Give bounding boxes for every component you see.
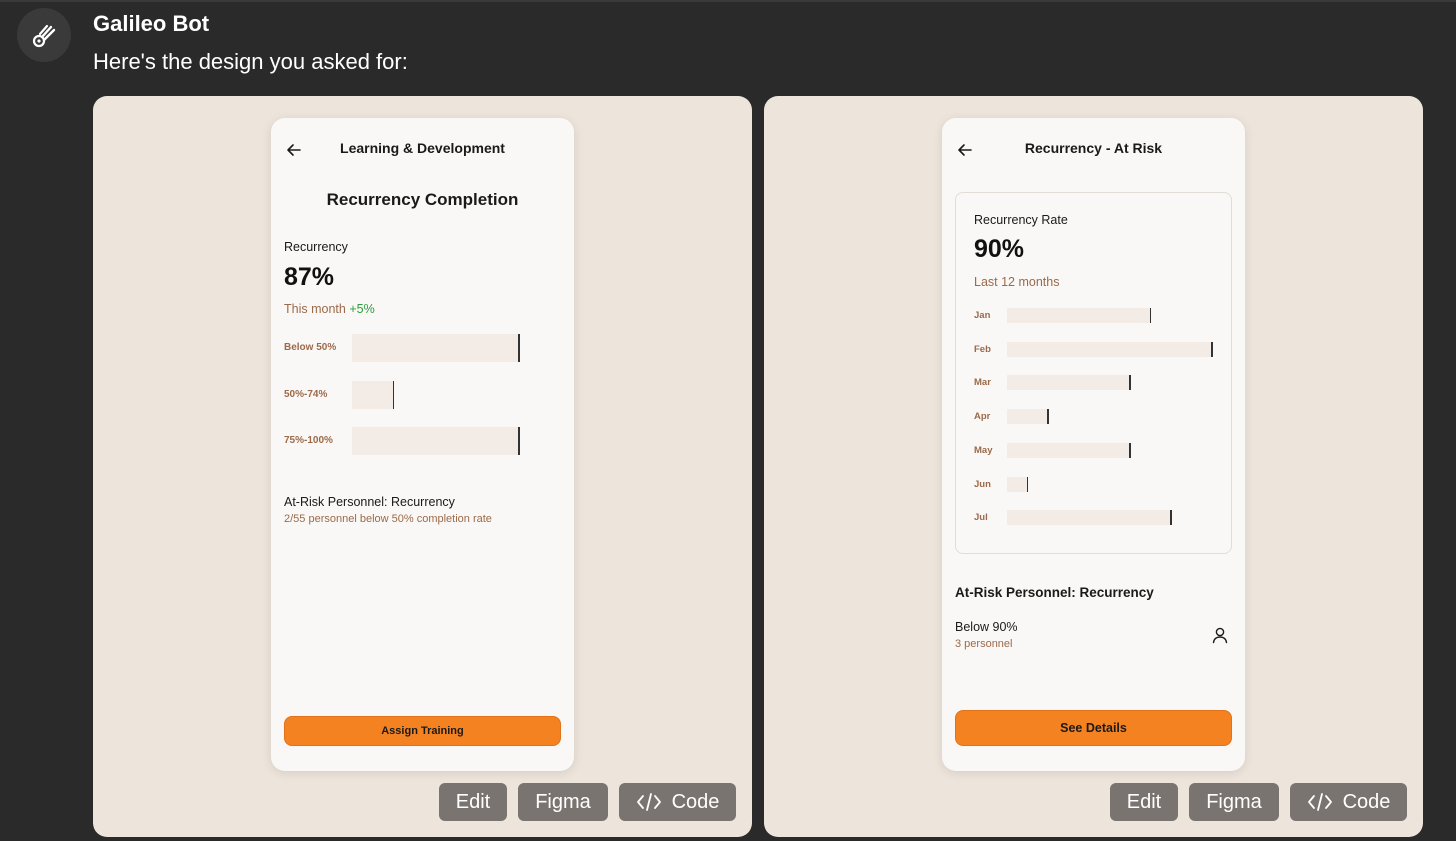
panel-1-actions: Edit Figma Code [439,783,736,821]
distribution-bar-label: 75%-100% [284,435,333,446]
month-label: Jul [974,512,988,524]
distribution-bar [352,427,519,455]
bot-avatar [17,8,71,62]
risk-item-label: Below 90% [955,620,1018,634]
distribution-bar-marker [518,427,520,455]
window-top-border [0,0,1456,2]
month-bar [1007,308,1151,323]
month-label: Apr [974,411,991,423]
month-bar [1007,510,1171,526]
see-details-button[interactable]: See Details [955,710,1232,746]
figma-label: Figma [535,790,591,813]
metric-value: 87% [284,263,335,291]
distribution-bar-marker [392,380,395,409]
distribution-bar-label: Below 50% [284,342,337,353]
month-label: Feb [974,343,991,355]
edit-label: Edit [1126,790,1162,813]
distribution-bar-marker [518,334,520,362]
month-bar-marker [1026,476,1028,492]
metric-period: This month +5% [284,302,375,316]
risk-item-count: 3 personnel [955,638,1013,650]
month-bar [1007,409,1048,425]
distribution-bar [352,334,519,362]
month-bar [1007,442,1130,458]
panel-2-actions: Edit Figma Code [1110,783,1407,821]
month-bar-marker [1170,510,1172,526]
change-value: +5% [349,302,375,316]
code-brackets-icon [1307,793,1332,811]
month-bar-marker [1149,308,1151,323]
card-title: Recurrency Rate [974,213,1068,227]
person-icon[interactable] [1211,626,1229,644]
code-button[interactable]: Code [619,783,736,821]
bot-message: Here's the design you asked for: [93,49,408,74]
distribution-bar [352,380,394,409]
risk-subtitle: 2/55 personnel below 50% completion rate [284,513,492,525]
month-bar-marker [1129,442,1131,458]
rate-period: Last 12 months [974,275,1060,289]
distribution-bar-label: 50%-74% [284,388,328,400]
month-label: Jun [974,478,991,490]
month-bar [1007,375,1130,391]
galileo-logo-icon [32,24,56,48]
code-brackets-icon [636,793,661,811]
assign-training-button[interactable]: Assign Training [284,716,561,746]
page-title: Recurrency Completion [326,190,519,209]
month-bar-marker [1129,375,1131,391]
figma-button[interactable]: Figma [1189,783,1279,821]
edit-label: Edit [455,790,491,813]
code-label: Code [671,790,720,813]
edit-button[interactable]: Edit [439,783,507,821]
risk-title: At-Risk Personnel: Recurrency [284,495,455,509]
month-label: Mar [974,377,991,389]
design-preview-panel-1: Learning & Development Recurrency Comple… [93,96,752,837]
phone-mockup-1: Learning & Development Recurrency Comple… [271,118,574,771]
month-bar [1007,476,1028,492]
phone-mockup-2: Recurrency - At Risk Recurrency Rate 90%… [942,118,1245,771]
month-bar-marker [1047,409,1049,425]
design-preview-panel-2: Recurrency - At Risk Recurrency Rate 90%… [764,96,1423,837]
header-title: Learning & Development [340,140,505,156]
month-bar-marker [1211,341,1213,357]
metric-label: Recurrency [284,240,348,254]
figma-button[interactable]: Figma [518,783,608,821]
edit-button[interactable]: Edit [1110,783,1178,821]
month-bar [1007,341,1212,357]
month-label: May [974,444,993,456]
figma-label: Figma [1206,790,1262,813]
section-title: At-Risk Personnel: Recurrency [955,585,1154,600]
period-label: This month [284,302,346,316]
bot-name: Galileo Bot [93,11,210,36]
header-title: Recurrency - At Risk [1024,140,1163,156]
recurrency-rate-card: Recurrency Rate 90% Last 12 months Jan Fe… [955,192,1232,554]
rate-value: 90% [974,235,1025,263]
code-label: Code [1342,790,1391,813]
month-label: Jan [974,310,991,321]
code-button[interactable]: Code [1290,783,1407,821]
